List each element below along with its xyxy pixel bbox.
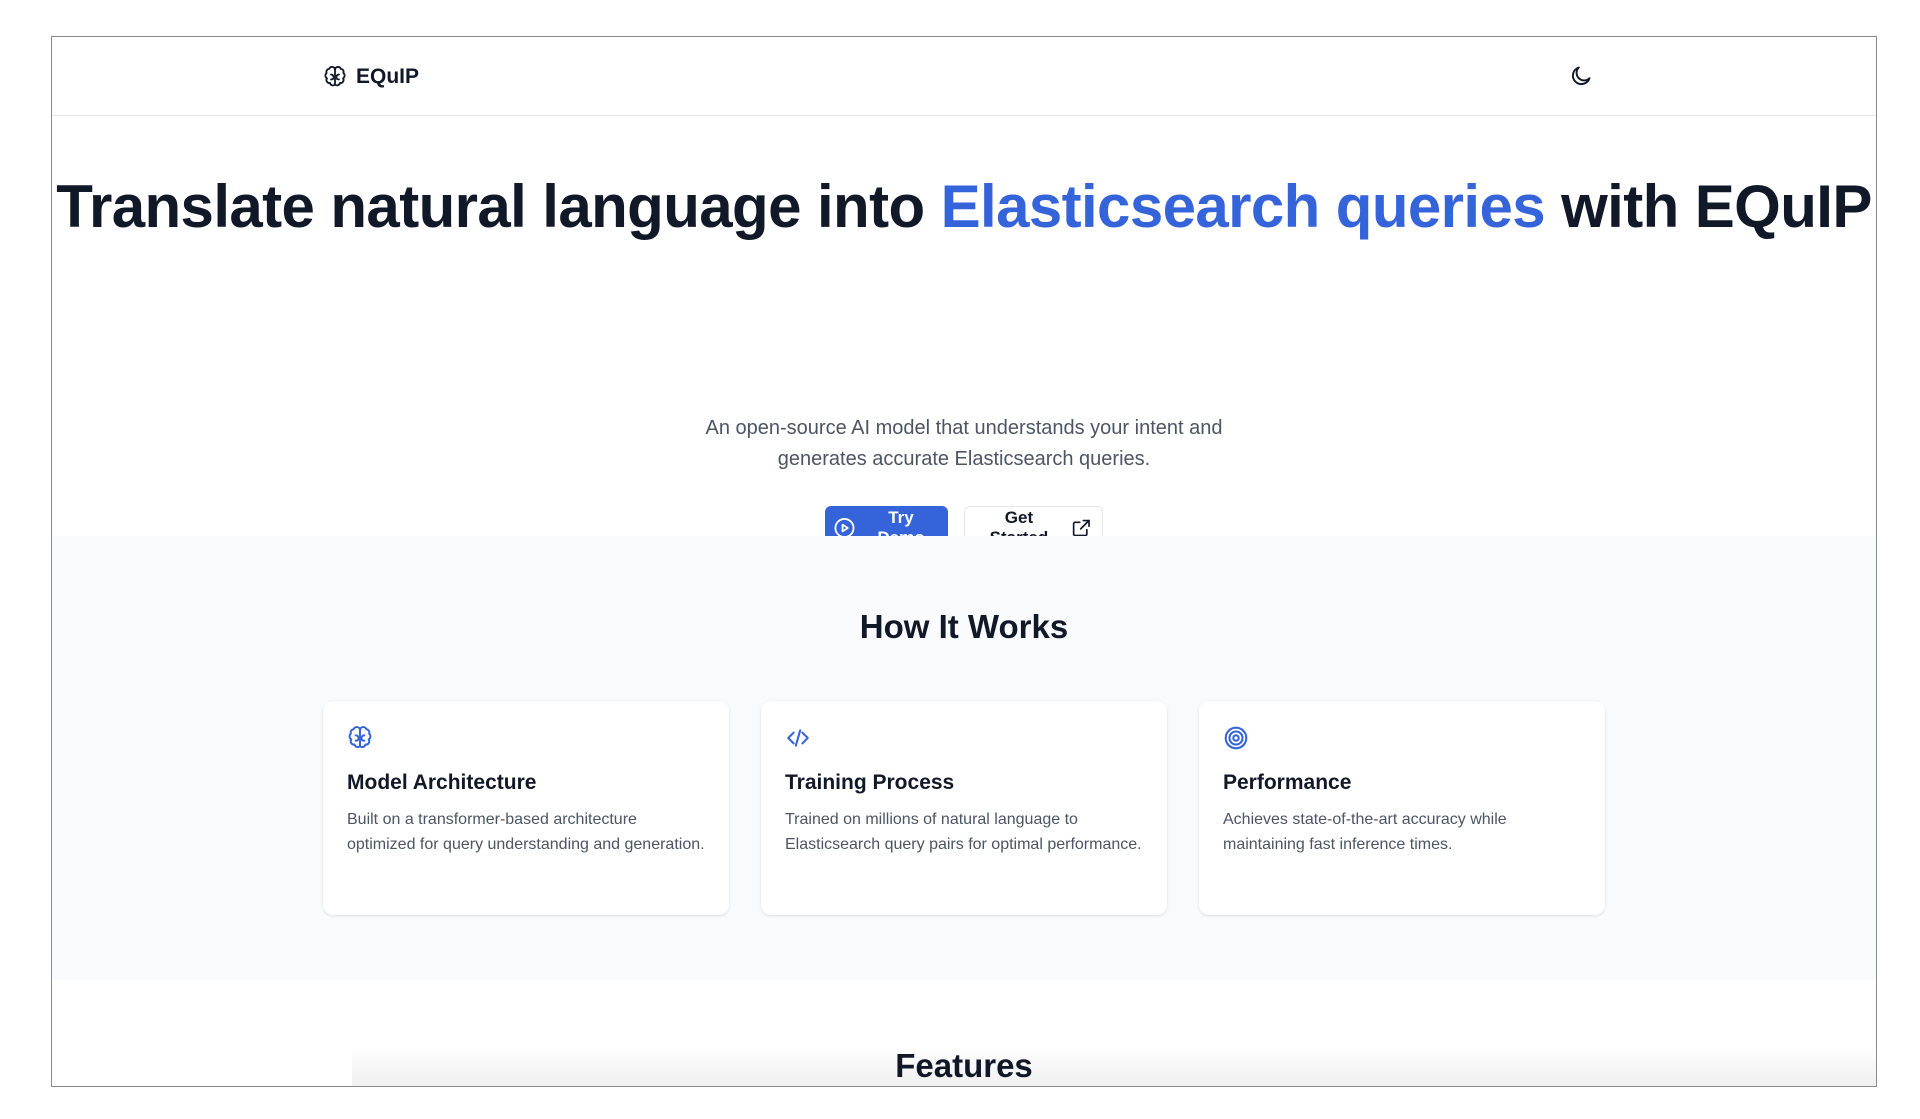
- card-performance: Performance Achieves state-of-the-art ac…: [1199, 701, 1605, 915]
- site-header: EQuIP: [52, 37, 1876, 116]
- brain-icon: [348, 726, 372, 748]
- moon-icon: [1572, 66, 1591, 85]
- features-title: Features: [895, 1047, 1033, 1084]
- brand-logo[interactable]: EQuIP: [323, 65, 419, 89]
- brain-icon: [324, 66, 346, 87]
- hero-title-part2: with EQuIP: [1545, 173, 1872, 240]
- hero-subtitle-line1: An open-source AI model that understands…: [705, 417, 1223, 439]
- card-description: Trained on millions of natural language …: [785, 811, 1142, 853]
- how-it-works-section: How It Works Model Architecture Built on…: [52, 536, 1876, 980]
- browser-viewport: EQuIP Translate natural language into El…: [51, 36, 1877, 1087]
- card-title: Training Process: [785, 771, 955, 794]
- hero-title-accent: Elasticsearch queries: [940, 173, 1546, 240]
- how-it-works-title: How It Works: [859, 608, 1069, 645]
- card-training-process: Training Process Trained on millions of …: [761, 701, 1167, 915]
- theme-toggle-button[interactable]: [1566, 61, 1596, 91]
- hero-subtitle: An open-source AI model that understands…: [52, 413, 1876, 475]
- hero-subtitle-line2: generates accurate Elasticsearch queries…: [777, 448, 1151, 470]
- target-icon: [1224, 726, 1248, 750]
- card-description: Built on a transformer-based architectur…: [347, 811, 705, 853]
- code-icon: [787, 729, 809, 747]
- card-title: Performance: [1223, 771, 1352, 794]
- hero-title: Translate natural language into Elastics…: [52, 172, 1876, 241]
- hero-title-part1: Translate natural language into: [56, 173, 941, 240]
- card-title: Model Architecture: [347, 771, 537, 794]
- hero-section: Translate natural language into Elastics…: [52, 116, 1876, 549]
- brand-name: EQuIP: [356, 65, 420, 88]
- card-model-architecture: Model Architecture Built on a transforme…: [323, 701, 729, 915]
- card-description: Achieves state-of-the-art accuracy while…: [1223, 811, 1507, 853]
- how-it-works-cards: Model Architecture Built on a transforme…: [323, 701, 1605, 915]
